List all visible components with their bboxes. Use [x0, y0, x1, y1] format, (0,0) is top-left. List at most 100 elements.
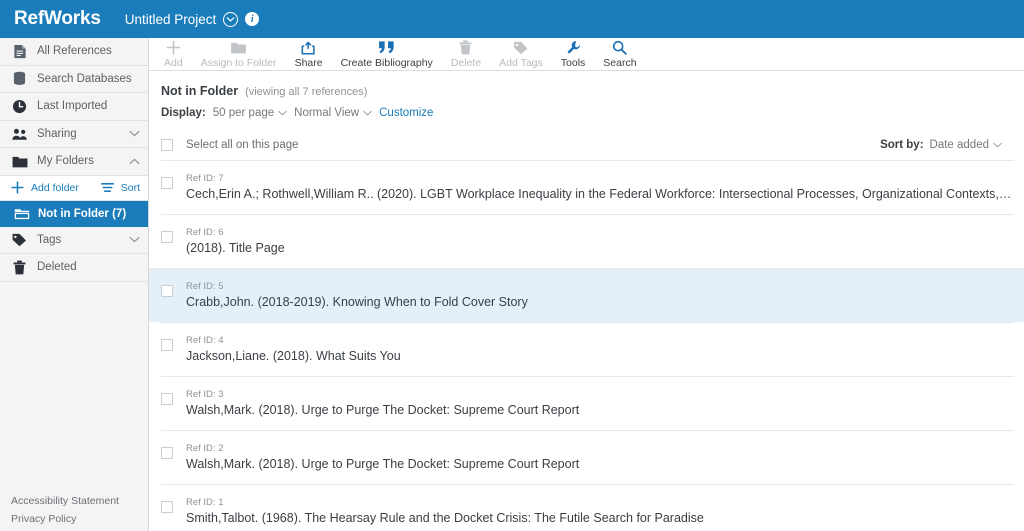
reference-citation[interactable]: Jackson,Liane. (2018). What Suits You — [186, 348, 1014, 365]
chevron-down-icon[interactable] — [129, 130, 140, 137]
reference-id: Ref ID: 1 — [186, 497, 224, 508]
reference-citation[interactable]: (2018). Title Page — [186, 240, 1014, 257]
reference-checkbox[interactable] — [161, 231, 173, 243]
toolbar-assign-to-folder-button[interactable]: Assign to Folder — [192, 38, 286, 69]
project-name: Untitled Project — [124, 11, 217, 27]
sidebar-item-all-references[interactable]: All References — [0, 38, 148, 66]
privacy-policy-link[interactable]: Privacy Policy — [11, 513, 148, 525]
sidebar: All References Search Databases Last Imp… — [0, 38, 149, 531]
display-label: Display: — [161, 107, 206, 119]
reference-id: Ref ID: 4 — [186, 335, 224, 346]
reference-checkbox[interactable] — [161, 393, 173, 405]
reference-row[interactable]: Ref ID: 2 Walsh,Mark. (2018). Urge to Pur… — [161, 430, 1014, 484]
toolbar-delete-button[interactable]: Delete — [442, 38, 490, 69]
toolbar-button-label: Add — [164, 57, 183, 69]
toolbar-button-label: Search — [603, 57, 637, 69]
toolbar-search-button[interactable]: Search — [594, 38, 645, 69]
toolbar-tools-button[interactable]: Tools — [552, 38, 595, 69]
quote-icon — [378, 39, 396, 56]
page-title: Not in Folder — [161, 84, 239, 98]
project-selector[interactable]: Untitled Project i — [124, 11, 260, 27]
toolbar-button-label: Create Bibliography — [340, 57, 433, 69]
sidebar-item-tags[interactable]: Tags — [0, 227, 148, 254]
sort-by-control: Sort by: Date added — [880, 139, 1002, 151]
toolbar-button-label: Assign to Folder — [200, 57, 277, 69]
view-mode-value: Normal View — [294, 107, 360, 119]
reference-row[interactable]: Ref ID: 7 Cech,Erin A.; Rothwell,William … — [161, 160, 1014, 214]
reference-count-label: (viewing all 7 references) — [245, 86, 368, 98]
chevron-up-icon[interactable] — [129, 158, 140, 165]
reference-text: Ref ID: 7 Cech,Erin A.; Rothwell,William … — [186, 173, 1014, 203]
reference-row[interactable]: Ref ID: 6 (2018). Title Page — [161, 214, 1014, 268]
plus-icon[interactable] — [9, 181, 26, 194]
reference-citation[interactable]: Cech,Erin A.; Rothwell,William R.. (2020… — [186, 186, 1014, 203]
reference-text: Ref ID: 4 Jackson,Liane. (2018). What Sui… — [186, 335, 1014, 365]
trash-icon — [459, 39, 472, 56]
select-all-checkbox[interactable] — [161, 139, 173, 151]
accessibility-statement-link[interactable]: Accessibility Statement — [11, 495, 148, 507]
folder-sort-label[interactable]: Sort — [121, 182, 140, 194]
reference-text: Ref ID: 3 Walsh,Mark. (2018). Urge to Pur… — [186, 389, 1014, 419]
reference-row[interactable]: Ref ID: 5 Crabb,John. (2018-2019). Knowin… — [149, 268, 1024, 322]
reference-checkbox[interactable] — [161, 501, 173, 513]
sort-by-select[interactable]: Date added — [930, 139, 1002, 151]
tag-icon — [513, 39, 529, 56]
reference-id: Ref ID: 6 — [186, 227, 224, 238]
sort-by-value: Date added — [929, 139, 989, 151]
folder-actions-row: Add folder Sort — [0, 175, 148, 201]
sidebar-item-deleted[interactable]: Deleted — [0, 254, 148, 282]
app-body: All References Search Databases Last Imp… — [0, 38, 1024, 531]
reference-checkbox[interactable] — [161, 447, 173, 459]
toolbar-create-bibliography-button[interactable]: Create Bibliography — [332, 38, 442, 69]
reference-row[interactable]: Ref ID: 3 Walsh,Mark. (2018). Urge to Pur… — [161, 376, 1014, 430]
sidebar-item-label: Deleted — [37, 261, 77, 274]
sidebar-item-label: All References — [37, 45, 112, 58]
reference-citation[interactable]: Smith,Talbot. (1968). The Hearsay Rule a… — [186, 510, 1014, 527]
toolbar-button-label: Share — [294, 57, 323, 69]
reference-row[interactable]: Ref ID: 4 Jackson,Liane. (2018). What Sui… — [161, 322, 1014, 376]
database-icon — [11, 71, 28, 86]
plus-icon — [166, 39, 181, 56]
add-folder-label[interactable]: Add folder — [31, 182, 94, 194]
sidebar-item-search-databases[interactable]: Search Databases — [0, 66, 148, 93]
per-page-select[interactable]: 50 per page — [213, 107, 287, 119]
folder-icon — [11, 155, 28, 168]
sidebar-item-label: Last Imported — [37, 100, 108, 113]
toolbar-button-label: Tools — [560, 57, 586, 69]
chevron-down-icon[interactable] — [129, 236, 140, 243]
breadcrumb: Not in Folder (viewing all 7 references) — [149, 71, 1024, 98]
sidebar-item-last-imported[interactable]: Last Imported — [0, 93, 148, 121]
folder-sort-button[interactable]: Sort — [99, 182, 140, 194]
reference-row[interactable]: Ref ID: 1 Smith,Talbot. (1968). The Hears… — [161, 484, 1014, 531]
reference-citation[interactable]: Walsh,Mark. (2018). Urge to Purge The Do… — [186, 402, 1014, 419]
toolbar-add-tags-button[interactable]: Add Tags — [490, 38, 552, 69]
refworks-app: RefWorks Untitled Project i All Referenc… — [0, 0, 1024, 531]
toolbar-add-button[interactable]: Add — [155, 38, 192, 69]
select-all-label: Select all on this page — [186, 139, 299, 151]
sidebar-item-my-folders[interactable]: My Folders — [0, 148, 148, 176]
reference-citation[interactable]: Walsh,Mark. (2018). Urge to Purge The Do… — [186, 456, 1014, 473]
share-icon — [301, 39, 316, 56]
reference-list: Ref ID: 7 Cech,Erin A.; Rothwell,William … — [149, 160, 1024, 531]
open-folder-icon — [13, 207, 30, 220]
chevron-down-circle-icon[interactable] — [223, 11, 239, 27]
reference-citation[interactable]: Crabb,John. (2018-2019). Knowing When to… — [186, 294, 1014, 311]
sidebar-item-sharing[interactable]: Sharing — [0, 121, 148, 148]
view-mode-select[interactable]: Normal View — [294, 107, 372, 119]
sidebar-footer: Accessibility Statement Privacy Policy — [0, 495, 148, 525]
document-icon — [11, 44, 28, 59]
toolbar-share-button[interactable]: Share — [286, 38, 332, 69]
sidebar-folder-label: Not in Folder (7) — [38, 207, 127, 220]
reference-id: Ref ID: 2 — [186, 443, 224, 454]
chevron-down-icon — [363, 110, 372, 116]
reference-checkbox[interactable] — [161, 177, 173, 189]
reference-id: Ref ID: 7 — [186, 173, 224, 184]
sort-lines-icon[interactable] — [99, 182, 116, 193]
reference-checkbox[interactable] — [161, 285, 173, 297]
sidebar-folder-not-in-folder[interactable]: Not in Folder (7) — [0, 200, 148, 227]
customize-link[interactable]: Customize — [379, 107, 433, 119]
tag-icon — [11, 233, 28, 247]
reference-checkbox[interactable] — [161, 339, 173, 351]
app-header: RefWorks Untitled Project i — [0, 0, 1024, 38]
info-icon[interactable]: i — [245, 12, 260, 26]
